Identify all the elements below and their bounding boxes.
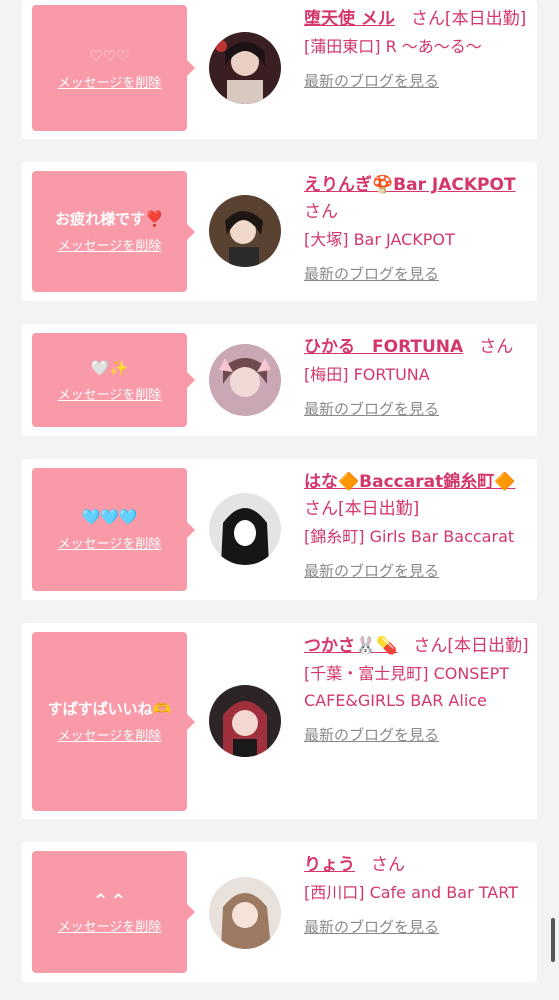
profile-info: 堕天使 メル さん[本日出勤] [蒲田東口] R 〜あ〜る〜 最新のブログを見る: [304, 5, 530, 91]
message-bubble: お疲れ様です❣️ メッセージを削除: [32, 171, 195, 292]
avatar[interactable]: [209, 877, 281, 949]
message-text: ^ ^: [94, 890, 125, 909]
latest-blog-link[interactable]: 最新のブログを見る: [304, 398, 530, 419]
cast-name-link[interactable]: ひかる FORTUNA: [304, 337, 463, 357]
shop-name: [錦糸町] Girls Bar Baccarat: [304, 527, 515, 546]
profile-card: ^ ^ メッセージを削除 りょう さん [西川口] Cafe and Bar T…: [22, 842, 537, 982]
avatar[interactable]: [209, 195, 281, 267]
name-suffix: さん[本日出勤]: [413, 636, 529, 656]
avatar[interactable]: [209, 32, 281, 104]
message-text: すぱすぱいいね🫶: [47, 700, 172, 718]
message-bubble: 🤍✨ メッセージを削除: [32, 333, 195, 427]
profile-card: 🤍✨ メッセージを削除 ひかる FORTUNA さん [梅田] FORTUNA …: [22, 324, 537, 436]
profile-info: ひかる FORTUNA さん [梅田] FORTUNA 最新のブログを見る: [304, 333, 530, 419]
cast-name-link[interactable]: つかさ🐰💊: [304, 636, 397, 656]
latest-blog-link[interactable]: 最新のブログを見る: [304, 263, 530, 284]
avatar[interactable]: [209, 685, 281, 757]
delete-message-link[interactable]: メッセージを削除: [58, 72, 162, 91]
message-bubble: 🩵🩵🩵 メッセージを削除: [32, 468, 195, 591]
shop-name: [蒲田東口] R 〜あ〜る〜: [304, 37, 482, 56]
name-suffix: さん: [479, 337, 514, 357]
cast-name-link[interactable]: りょう: [304, 855, 355, 875]
profile-card: すぱすぱいいね🫶 メッセージを削除 つかさ🐰💊 さん[本日出勤] [千葉・富士見…: [22, 623, 537, 819]
delete-message-link[interactable]: メッセージを削除: [58, 916, 162, 935]
message-bubble: ^ ^ メッセージを削除: [32, 851, 195, 973]
delete-message-link[interactable]: メッセージを削除: [58, 235, 162, 254]
message-bubble: すぱすぱいいね🫶 メッセージを削除: [32, 632, 195, 811]
scrollbar[interactable]: [551, 918, 555, 962]
profile-info: つかさ🐰💊 さん[本日出勤] [千葉・富士見町] CONSEPT CAFE&GI…: [304, 632, 530, 745]
message-text: 🤍✨: [90, 358, 129, 377]
cast-name-link[interactable]: はな🔶Baccarat錦糸町🔶: [304, 472, 515, 492]
shop-name: [千葉・富士見町] CONSEPT CAFE&GIRLS BAR Alice: [304, 664, 509, 710]
latest-blog-link[interactable]: 最新のブログを見る: [304, 70, 530, 91]
cast-name-link[interactable]: えりんぎ🍄Bar JACKPOT: [304, 175, 516, 195]
delete-message-link[interactable]: メッセージを削除: [58, 725, 162, 744]
name-suffix: さん: [304, 202, 338, 222]
name-suffix: さん[本日出勤]: [410, 9, 527, 29]
message-text: 🩵🩵🩵: [81, 508, 138, 526]
delete-message-link[interactable]: メッセージを削除: [58, 533, 162, 552]
cast-name-link[interactable]: 堕天使 メル: [304, 9, 395, 29]
shop-name: [大塚] Bar JACKPOT: [304, 230, 455, 249]
message-bubble: ♡♡♡ メッセージを削除: [32, 5, 195, 131]
avatar[interactable]: [209, 344, 281, 416]
name-suffix: さん: [371, 855, 406, 875]
message-text: ♡♡♡: [89, 46, 130, 65]
message-text: お疲れ様です❣️: [55, 210, 164, 228]
shop-name: [梅田] FORTUNA: [304, 365, 430, 384]
profile-card: お疲れ様です❣️ メッセージを削除 えりんぎ🍄Bar JACKPOT さん [大…: [22, 162, 537, 301]
profile-card: ♡♡♡ メッセージを削除 堕天使 メル さん[本日出勤] [蒲田東口] R 〜あ…: [22, 0, 537, 139]
profile-info: りょう さん [西川口] Cafe and Bar TART 最新のブログを見る: [304, 851, 530, 937]
latest-blog-link[interactable]: 最新のブログを見る: [304, 560, 530, 581]
shop-name: [西川口] Cafe and Bar TART: [304, 883, 518, 902]
profile-card: 🩵🩵🩵 メッセージを削除 はな🔶Baccarat錦糸町🔶 さん[本日出勤] [錦…: [22, 459, 537, 600]
name-suffix: さん[本日出勤]: [304, 499, 420, 519]
avatar[interactable]: [209, 493, 281, 565]
profile-info: えりんぎ🍄Bar JACKPOT さん [大塚] Bar JACKPOT 最新の…: [304, 171, 530, 284]
delete-message-link[interactable]: メッセージを削除: [58, 384, 162, 403]
latest-blog-link[interactable]: 最新のブログを見る: [304, 724, 530, 745]
latest-blog-link[interactable]: 最新のブログを見る: [304, 916, 530, 937]
profile-info: はな🔶Baccarat錦糸町🔶 さん[本日出勤] [錦糸町] Girls Bar…: [304, 468, 530, 581]
